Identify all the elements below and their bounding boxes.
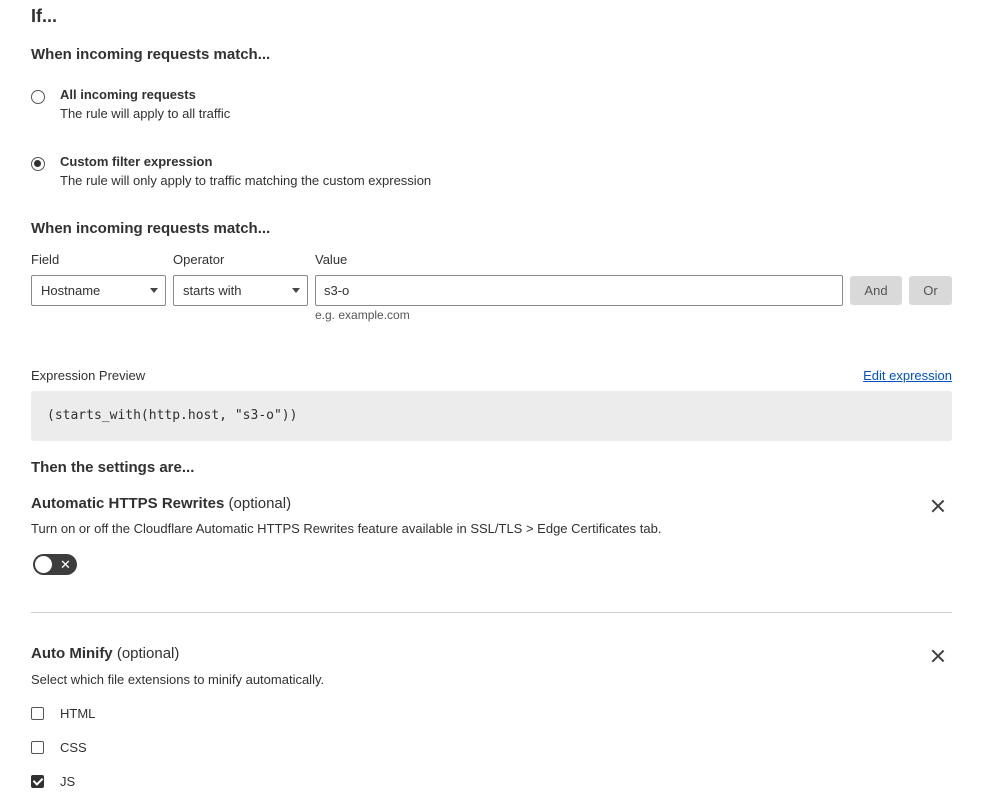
setting-optional-tag: (optional) xyxy=(228,495,292,512)
auto-minify-description: Select which file extensions to minify a… xyxy=(31,672,325,687)
value-input[interactable] xyxy=(315,275,843,306)
radio-all-incoming-requests[interactable]: All incoming requests The rule will appl… xyxy=(31,87,230,122)
edit-expression-link[interactable]: Edit expression xyxy=(863,368,952,383)
radio-button[interactable] xyxy=(31,90,45,104)
checkbox-label: JS xyxy=(60,774,76,789)
setting-name: Auto Minify xyxy=(31,645,113,662)
close-icon[interactable] xyxy=(931,499,945,513)
expression-preview-label: Expression Preview xyxy=(31,368,146,383)
match-section-title: When incoming requests match... xyxy=(31,46,271,63)
radio-custom-filter-expression[interactable]: Custom filter expression The rule will o… xyxy=(31,154,431,189)
checkbox-label: HTML xyxy=(60,706,96,721)
auto-minify-title: Auto Minify (optional) xyxy=(31,645,179,662)
expression-preview-box: (starts_with(http.host, "s3-o")) xyxy=(31,391,952,441)
https-rewrites-description: Turn on or off the Cloudflare Automatic … xyxy=(31,521,662,536)
https-rewrites-toggle[interactable]: ✕ xyxy=(33,554,77,575)
toggle-off-icon: ✕ xyxy=(60,557,71,572)
toggle-knob xyxy=(35,556,52,573)
or-button[interactable]: Or xyxy=(909,276,952,305)
radio-title: Custom filter expression xyxy=(60,154,213,169)
page-title: If... xyxy=(31,6,57,26)
operator-label: Operator xyxy=(173,252,225,267)
https-rewrites-title: Automatic HTTPS Rewrites (optional) xyxy=(31,495,291,512)
divider xyxy=(31,612,952,613)
expression-preview-code: (starts_with(http.host, "s3-o")) xyxy=(47,408,298,423)
checkbox-label: CSS xyxy=(60,740,87,755)
value-hint: e.g. example.com xyxy=(315,308,410,322)
chevron-down-icon xyxy=(292,288,300,293)
field-select-value: Hostname xyxy=(41,283,101,298)
checkbox-css[interactable] xyxy=(31,741,44,754)
field-select[interactable]: Hostname xyxy=(31,275,166,306)
radio-description: The rule will apply to all traffic xyxy=(60,106,231,121)
close-icon[interactable] xyxy=(931,649,945,663)
checkbox-js[interactable] xyxy=(31,775,44,788)
checkbox-html[interactable] xyxy=(31,707,44,720)
settings-section-title: Then the settings are... xyxy=(31,459,195,476)
checkbox-row-html[interactable]: HTML xyxy=(31,706,95,721)
and-button[interactable]: And xyxy=(850,276,902,305)
operator-select[interactable]: starts with xyxy=(173,275,308,306)
builder-section-title: When incoming requests match... xyxy=(31,220,271,237)
radio-title: All incoming requests xyxy=(60,87,196,102)
field-label: Field xyxy=(31,252,60,267)
chevron-down-icon xyxy=(150,288,158,293)
checkbox-row-js[interactable]: JS xyxy=(31,774,75,789)
operator-select-value: starts with xyxy=(183,283,242,298)
checkbox-row-css[interactable]: CSS xyxy=(31,740,87,755)
setting-optional-tag: (optional) xyxy=(116,645,180,662)
value-label: Value xyxy=(315,252,348,267)
radio-button-selected[interactable] xyxy=(31,157,45,171)
setting-name: Automatic HTTPS Rewrites xyxy=(31,495,225,512)
radio-description: The rule will only apply to traffic matc… xyxy=(60,173,432,188)
